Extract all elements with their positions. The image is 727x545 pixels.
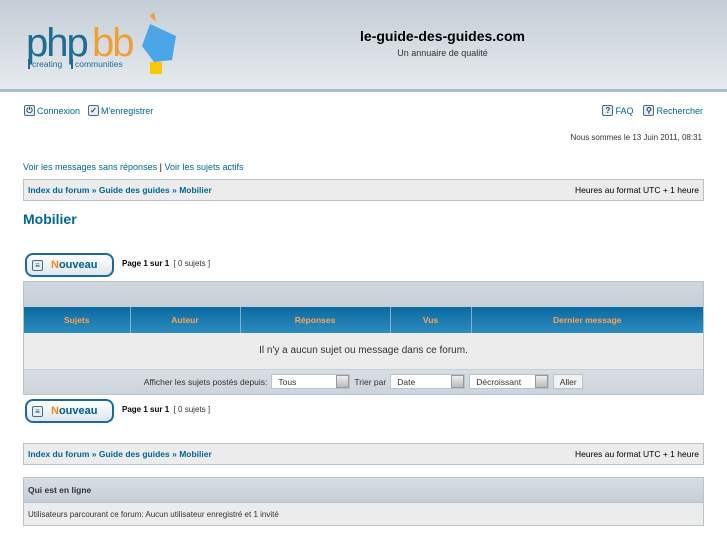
sort-value: Date — [397, 376, 416, 387]
unanswered-link[interactable]: Voir les messages sans réponses — [23, 162, 157, 172]
topic-count: [ 0 sujets ] — [173, 405, 211, 414]
col-topics[interactable]: Sujets — [24, 307, 131, 333]
timezone: Heures au format UTC + 1 heure — [574, 449, 699, 459]
col-last-post[interactable]: Dernier message — [471, 307, 703, 333]
new-label-first: N — [51, 259, 59, 271]
search-link[interactable]: ⚲ Rechercher — [643, 105, 703, 116]
breadcrumb-bar-bottom: Index du forum » Guide des guides » Mobi… — [23, 443, 704, 465]
breadcrumb-index[interactable]: Index du forum — [28, 185, 89, 195]
search-label: Rechercher — [656, 105, 703, 116]
document-icon: ≡ — [32, 405, 43, 417]
pagination-bottom: Page 1 sur 1 [ 0 sujets ] — [122, 405, 210, 414]
new-topic-button-bottom[interactable]: ≡ Nouveau — [25, 399, 114, 423]
page-info: Page 1 sur 1 — [122, 405, 170, 414]
quick-links: Voir les messages sans réponses | Voir l… — [23, 162, 243, 172]
breadcrumb-guide[interactable]: Guide des guides — [99, 449, 170, 459]
empty-message: Il n'y a aucun sujet ou message dans ce … — [24, 333, 703, 370]
phpbb-logo[interactable]: php bb creating communities — [26, 12, 186, 82]
online-text: Utilisateurs parcourant ce forum: Aucun … — [28, 509, 279, 519]
show-label: Afficher les sujets postés depuis: — [143, 376, 268, 387]
topics-panel: Sujets Auteur Réponses Vus Dernier messa… — [23, 281, 704, 395]
breadcrumb-sep: » — [91, 185, 97, 195]
new-label-first: N — [51, 405, 59, 417]
sort-select[interactable]: Date — [390, 374, 466, 389]
col-author[interactable]: Auteur — [130, 307, 241, 333]
timezone: Heures au format UTC + 1 heure — [574, 185, 699, 195]
breadcrumb-index[interactable]: Index du forum — [28, 449, 89, 459]
breadcrumb-bar: Index du forum » Guide des guides » Mobi… — [23, 179, 704, 201]
bottom-actions: ≡ Nouveau Page 1 sur 1 [ 0 sujets ] — [25, 399, 210, 423]
current-date: Nous sommes le 13 Juin 2011, 08:31 — [570, 133, 702, 142]
order-value: Décroissant — [476, 376, 522, 387]
filter-bar: Afficher les sujets postés depuis: Tous … — [24, 369, 703, 394]
order-select[interactable]: Décroissant — [469, 374, 550, 389]
dropdown-arrow-icon — [535, 375, 549, 388]
sort-label: Trier par — [354, 376, 387, 387]
svg-text:communities: communities — [75, 59, 123, 69]
breadcrumb-current[interactable]: Mobilier — [179, 185, 212, 195]
svg-text:creating: creating — [32, 59, 63, 69]
topics-table: Sujets Auteur Réponses Vus Dernier messa… — [24, 307, 703, 370]
site-title: le-guide-des-guides.com — [360, 28, 525, 44]
document-icon: ≡ — [32, 259, 43, 271]
pagination: Page 1 sur 1 [ 0 sujets ] — [122, 259, 210, 268]
dropdown-arrow-icon — [336, 375, 350, 388]
col-views[interactable]: Vus — [390, 307, 472, 333]
breadcrumb-guide[interactable]: Guide des guides — [99, 185, 170, 195]
days-select[interactable]: Tous — [271, 374, 351, 389]
register-label: M'enregistrer — [101, 105, 154, 116]
online-title: Qui est en ligne — [24, 478, 703, 503]
new-label-rest: ouveau — [58, 405, 98, 417]
page-title: Mobilier — [23, 211, 77, 227]
panel-header — [24, 282, 703, 307]
user-nav: ⏻ Connexion ✓ M'enregistrer — [24, 105, 153, 116]
login-label: Connexion — [37, 105, 81, 116]
login-link[interactable]: ⏻ Connexion — [24, 105, 80, 116]
dropdown-arrow-icon — [451, 375, 465, 388]
help-nav: ? FAQ ⚲ Rechercher — [602, 105, 703, 116]
col-replies[interactable]: Réponses — [240, 307, 391, 333]
new-topic-button[interactable]: ≡ Nouveau — [25, 253, 114, 277]
breadcrumb-sep: » — [91, 449, 97, 459]
breadcrumb: Index du forum » Guide des guides » Mobi… — [28, 185, 212, 195]
breadcrumb-current[interactable]: Mobilier — [179, 449, 212, 459]
separator: | — [159, 162, 162, 172]
new-label-rest: ouveau — [58, 259, 98, 271]
question-icon: ? — [602, 105, 614, 116]
breadcrumb: Index du forum » Guide des guides » Mobi… — [28, 449, 212, 459]
top-actions: ≡ Nouveau Page 1 sur 1 [ 0 sujets ] — [25, 253, 210, 277]
active-topics-link[interactable]: Voir les sujets actifs — [164, 162, 243, 172]
site-header: php bb creating communities le-guide-des… — [0, 0, 727, 92]
breadcrumb-sep: » — [172, 185, 177, 195]
faq-label: FAQ — [615, 105, 634, 116]
site-description: Un annuaire de qualité — [397, 48, 488, 58]
days-value: Tous — [278, 376, 297, 387]
go-button[interactable]: Aller — [553, 374, 584, 389]
checkbox-icon: ✓ — [88, 105, 100, 116]
breadcrumb-sep: » — [172, 449, 177, 459]
topic-count: [ 0 sujets ] — [173, 259, 211, 268]
who-is-online: Qui est en ligne Utilisateurs parcourant… — [23, 477, 704, 526]
login-icon: ⏻ — [24, 105, 35, 116]
register-link[interactable]: ✓ M'enregistrer — [88, 105, 153, 116]
page-info: Page 1 sur 1 — [122, 259, 170, 268]
faq-link[interactable]: ? FAQ — [602, 105, 633, 116]
search-icon: ⚲ — [643, 105, 655, 116]
